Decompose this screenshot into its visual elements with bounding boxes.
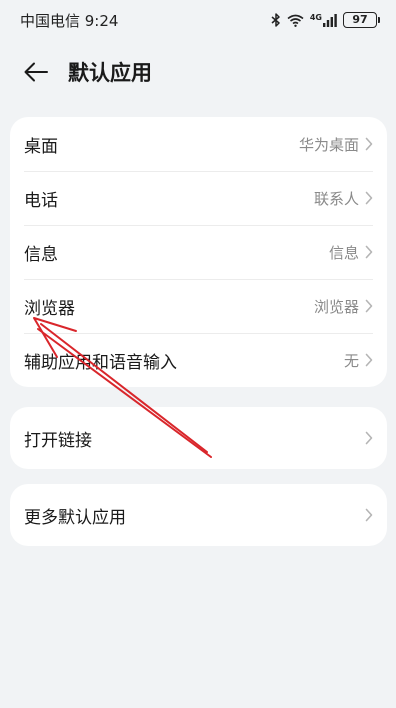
row-browser[interactable]: 浏览器 浏览器: [10, 279, 387, 333]
row-value: 华为桌面: [298, 135, 359, 154]
row-value: 无: [343, 351, 359, 370]
wifi-icon: [287, 14, 304, 27]
row-assistant-voice-input[interactable]: 辅助应用和语音输入 无: [10, 333, 387, 387]
cellular-signal-icon: 4G: [309, 12, 337, 27]
open-links-card: 打开链接: [10, 407, 387, 469]
chevron-right-icon: [365, 431, 373, 445]
chevron-right-icon: [365, 353, 373, 367]
page-header: 默认应用: [0, 48, 396, 96]
chevron-right-icon: [365, 508, 373, 522]
status-icons: 4G 97: [271, 12, 380, 28]
chevron-right-icon: [365, 191, 373, 205]
row-value: 联系人: [313, 189, 359, 208]
row-label: 桌面: [24, 136, 58, 157]
row-label: 辅助应用和语音输入: [24, 352, 177, 373]
row-label: 更多默认应用: [24, 507, 126, 528]
back-arrow-icon: [24, 62, 48, 82]
carrier-time: 中国电信 9:24: [20, 11, 119, 30]
status-bar: 中国电信 9:24 4G 97: [0, 0, 396, 40]
row-label: 信息: [24, 244, 58, 265]
chevron-right-icon: [365, 137, 373, 151]
default-apps-card: 桌面 华为桌面 电话 联系人 信息 信息 浏览器 浏览器 辅助应用和语音输入 无: [10, 117, 387, 387]
row-phone[interactable]: 电话 联系人: [10, 171, 387, 225]
chevron-right-icon: [365, 245, 373, 259]
row-more-default-apps[interactable]: 更多默认应用: [10, 484, 387, 546]
row-open-links[interactable]: 打开链接: [10, 407, 387, 469]
battery-tip: [378, 17, 380, 23]
row-desktop[interactable]: 桌面 华为桌面: [10, 117, 387, 171]
row-label: 浏览器: [24, 298, 75, 319]
page-title: 默认应用: [68, 61, 152, 85]
row-value: 信息: [328, 243, 359, 262]
row-label: 打开链接: [24, 430, 92, 451]
battery-icon: 97: [343, 12, 380, 28]
row-value: 浏览器: [313, 297, 359, 316]
network-type: 4G: [309, 12, 322, 22]
row-messages[interactable]: 信息 信息: [10, 225, 387, 279]
chevron-right-icon: [365, 299, 373, 313]
battery-level: 97: [343, 12, 377, 28]
more-default-apps-card: 更多默认应用: [10, 484, 387, 546]
row-label: 电话: [24, 190, 58, 211]
back-button[interactable]: [22, 58, 50, 86]
bluetooth-icon: [271, 13, 281, 27]
